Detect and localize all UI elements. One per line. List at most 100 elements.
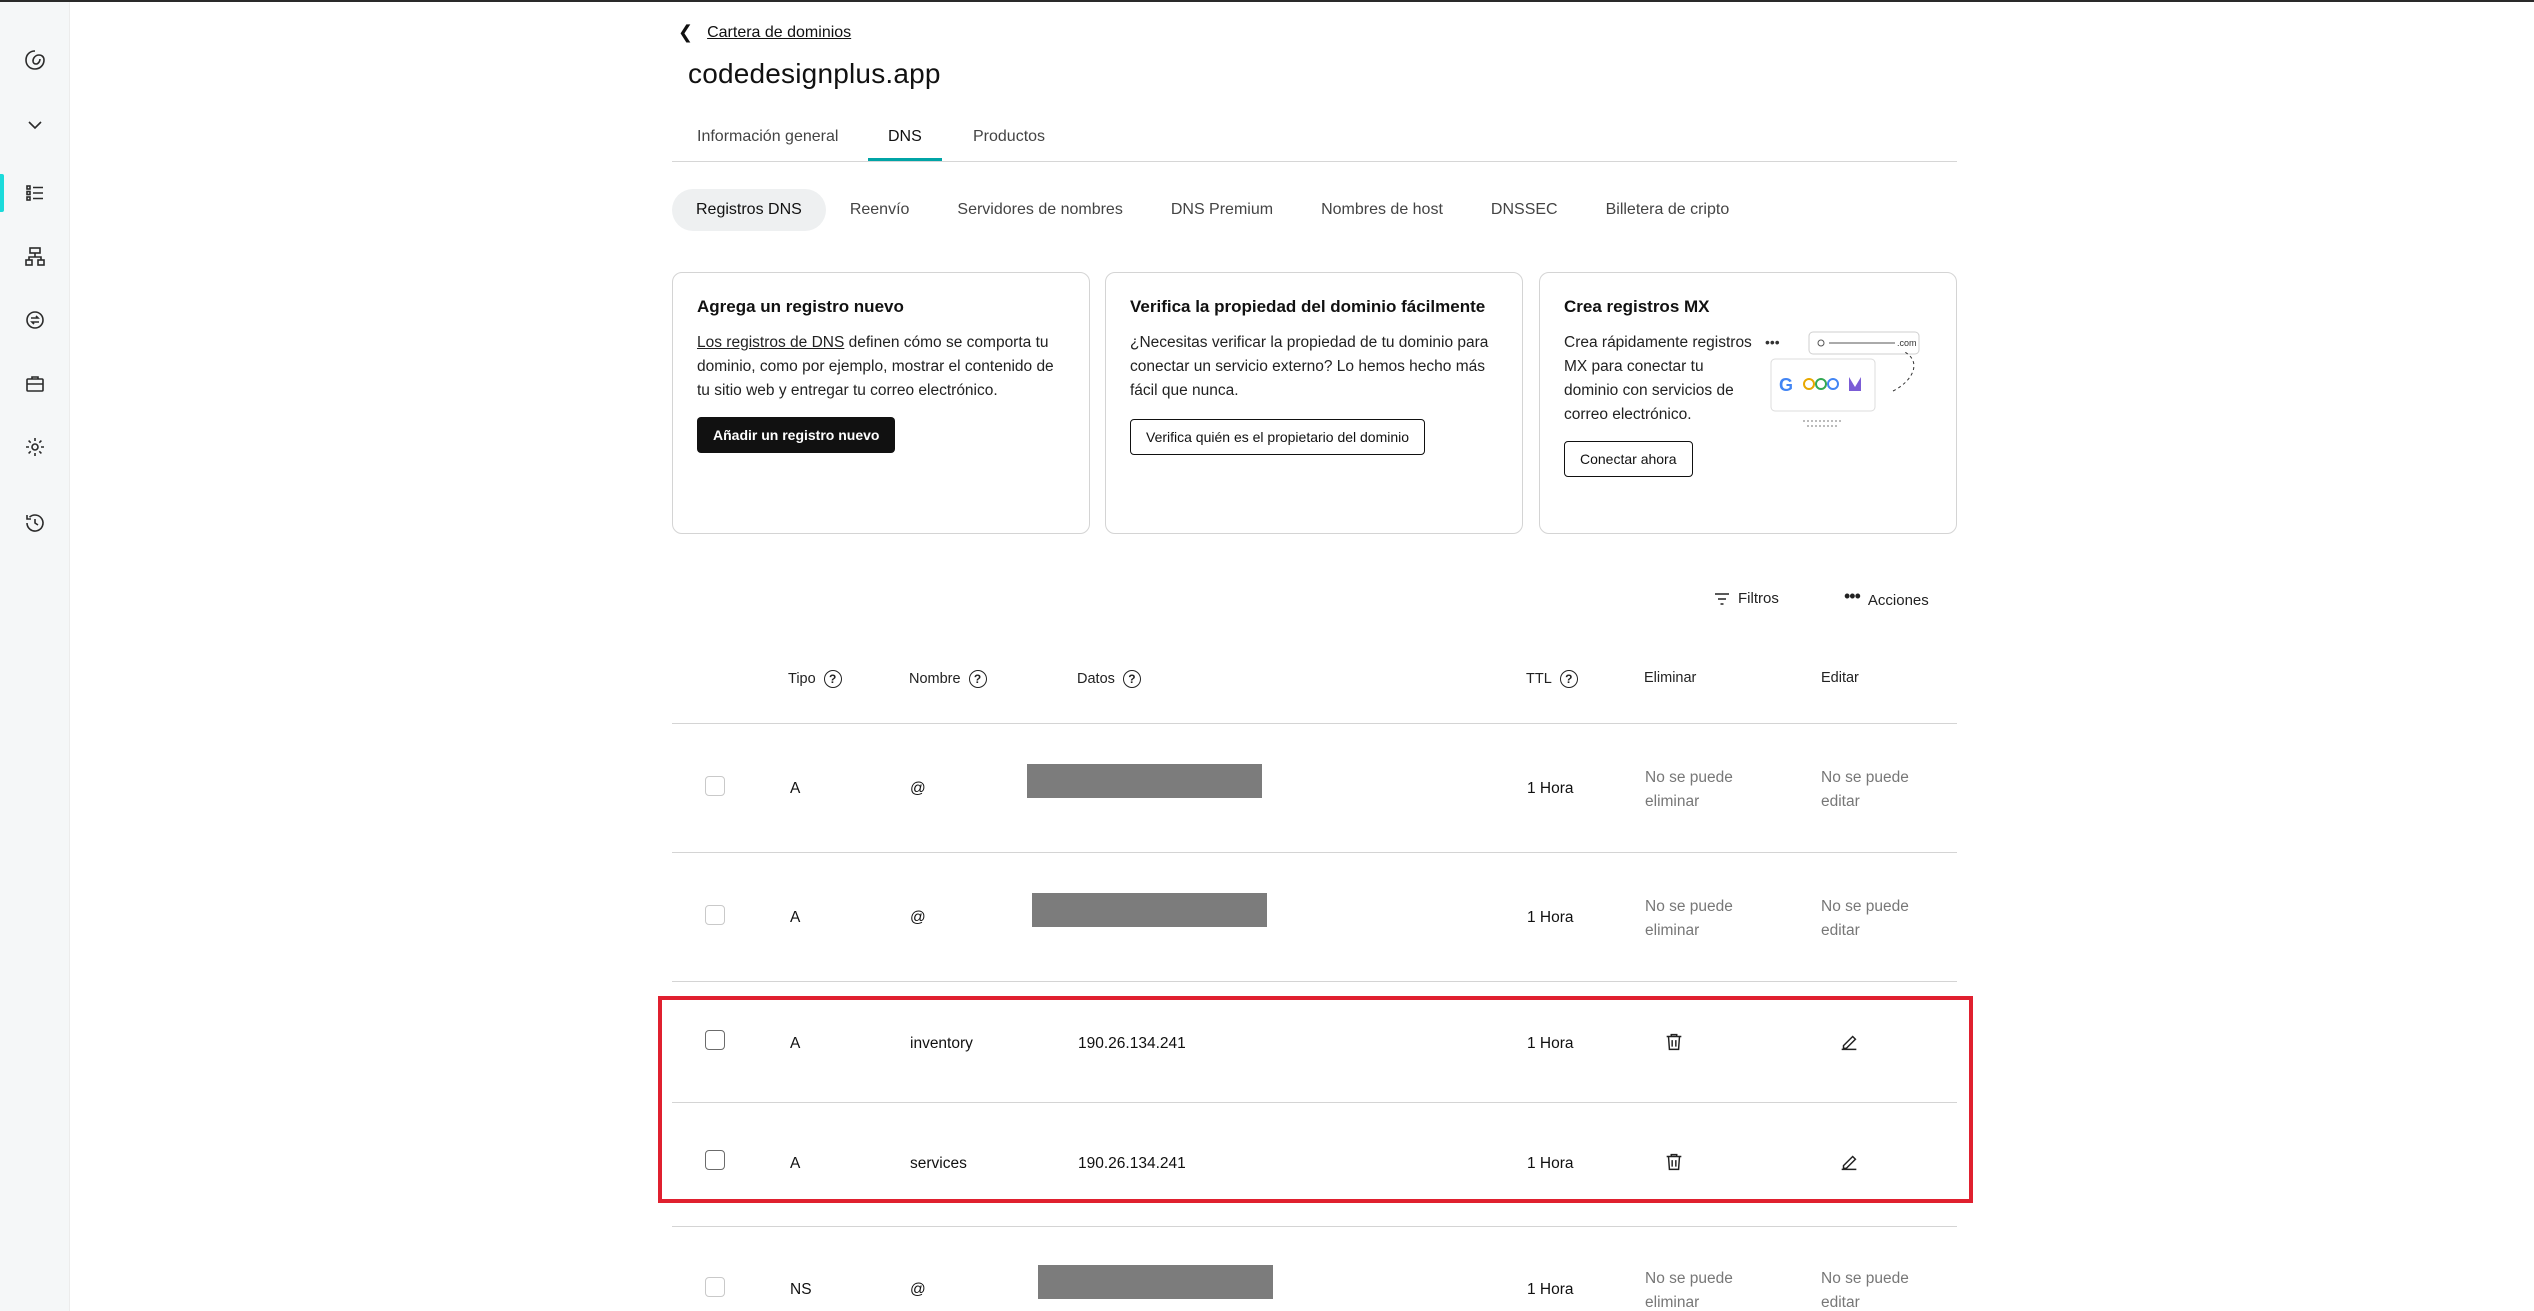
dns-records-table: Tipo? Nombre? Datos? TTL? Eliminar Edita… — [672, 650, 1957, 1311]
help-icon[interactable]: ? — [1122, 670, 1141, 688]
cannot-edit-text: No se puede editar — [1821, 1270, 1909, 1311]
subtab-crypto-wallet[interactable]: Billetera de cripto — [1582, 189, 1754, 231]
card-mx-records: Crea registros MX Crea rápidamente regis… — [1539, 272, 1957, 534]
record-type: A — [790, 780, 801, 797]
subtab-nameservers[interactable]: Servidores de nombres — [933, 189, 1146, 231]
more-dots-icon: ••• — [1844, 586, 1861, 606]
card-verify-ownership: Verifica la propiedad del dominio fácilm… — [1105, 272, 1523, 534]
info-cards: Agrega un registro nuevo Los registros d… — [672, 272, 1957, 534]
header-ttl[interactable]: TTL? — [1526, 670, 1578, 688]
cannot-delete-text: No se puede eliminar — [1645, 1270, 1733, 1311]
add-record-button[interactable]: Añadir un registro nuevo — [697, 417, 896, 453]
dns-records-link[interactable]: Los registros de DNS — [697, 334, 844, 351]
trash-icon — [1666, 1033, 1682, 1051]
record-name: inventory — [910, 1035, 973, 1052]
breadcrumb[interactable]: ❮ Cartera de dominios — [678, 22, 851, 43]
sidebar-item-history[interactable] — [0, 503, 70, 543]
gear-icon — [26, 438, 44, 456]
tab-products[interactable]: Productos — [973, 128, 1045, 158]
actions-label: Acciones — [1867, 592, 1929, 609]
card-add-record-text: Los registros de DNS definen cómo se com… — [697, 334, 1054, 399]
record-type: A — [790, 909, 801, 926]
sidebar-expand-button[interactable] — [0, 105, 70, 145]
record-ttl: 1 Hora — [1527, 780, 1574, 797]
record-ttl: 1 Hora — [1527, 1035, 1574, 1052]
svg-text:•••: ••• — [1765, 334, 1780, 350]
record-name: services — [910, 1155, 967, 1172]
filters-button[interactable]: Filtros — [1714, 590, 1779, 607]
redacted-data — [1027, 764, 1262, 798]
record-ttl: 1 Hora — [1527, 1155, 1574, 1172]
help-icon[interactable]: ? — [1559, 670, 1578, 688]
record-name: @ — [910, 780, 926, 797]
sidebar-item-sitemap[interactable] — [0, 237, 70, 277]
delete-record-button[interactable] — [1660, 1028, 1688, 1056]
record-name: @ — [910, 1281, 926, 1298]
table-row: A @ 1 Hora No se puede eliminar No se pu… — [672, 853, 1957, 982]
connect-now-button[interactable]: Conectar ahora — [1564, 441, 1693, 477]
actions-button[interactable]: ••• Acciones — [1844, 586, 1929, 609]
briefcase-icon — [26, 376, 44, 392]
sidebar — [0, 2, 70, 1311]
record-data: 190.26.134.241 — [1078, 1035, 1186, 1052]
row-checkbox[interactable] — [705, 1030, 725, 1050]
sidebar-item-domains[interactable] — [0, 173, 70, 213]
row-checkbox[interactable] — [705, 776, 725, 796]
tab-dns[interactable]: DNS — [868, 128, 942, 161]
record-type: A — [790, 1155, 801, 1172]
sidebar-item-transfer[interactable] — [0, 300, 70, 340]
card-add-record: Agrega un registro nuevo Los registros d… — [672, 272, 1090, 534]
sidebar-logo[interactable] — [0, 40, 70, 80]
dns-subtabs: Registros DNS Reenvío Servidores de nomb… — [672, 188, 1753, 232]
cannot-edit-text: No se puede editar — [1821, 898, 1909, 939]
row-checkbox[interactable] — [705, 1150, 725, 1170]
record-type: A — [790, 1035, 801, 1052]
sidebar-item-settings[interactable] — [0, 427, 70, 467]
table-toolbar: Filtros ••• Acciones — [672, 586, 1957, 618]
verify-owner-button[interactable]: Verifica quién es el propietario del dom… — [1130, 419, 1426, 455]
edit-record-button[interactable] — [1835, 1148, 1863, 1176]
record-type: NS — [790, 1281, 812, 1298]
godaddy-logo-icon — [25, 50, 45, 70]
header-type[interactable]: Tipo? — [788, 670, 842, 688]
filter-icon — [1715, 592, 1729, 605]
table-row: NS @ 1 Hora No se puede eliminar No se p… — [672, 1227, 1957, 1311]
table-row: A inventory 190.26.134.241 1 Hora — [672, 982, 1957, 1103]
card-add-record-title: Agrega un registro nuevo — [697, 297, 904, 316]
record-ttl: 1 Hora — [1527, 909, 1574, 926]
subtab-premium-dns[interactable]: DNS Premium — [1147, 189, 1297, 231]
help-icon[interactable]: ? — [968, 670, 987, 688]
redacted-data — [1032, 893, 1267, 927]
subtab-forwarding[interactable]: Reenvío — [826, 189, 934, 231]
table-row: A @ 1 Hora No se puede eliminar No se pu… — [672, 724, 1957, 853]
header-edit: Editar — [1821, 670, 1859, 686]
edit-record-button[interactable] — [1835, 1028, 1863, 1056]
help-icon[interactable]: ? — [823, 670, 842, 688]
pencil-icon — [1841, 1155, 1857, 1171]
tab-general-info[interactable]: Información general — [697, 128, 838, 158]
breadcrumb-link[interactable]: Cartera de dominios — [707, 24, 851, 42]
chevron-left-icon: ❮ — [678, 22, 694, 42]
row-checkbox[interactable] — [705, 1277, 725, 1297]
main-tabs: Información general DNS Productos — [672, 120, 1957, 162]
header-data[interactable]: Datos? — [1077, 670, 1141, 688]
subtab-hostnames[interactable]: Nombres de host — [1297, 189, 1467, 231]
card-mx-text: Crea rápidamente registros MX para conec… — [1564, 334, 1752, 423]
sitemap-icon — [25, 247, 45, 266]
table-header: Tipo? Nombre? Datos? TTL? Eliminar Edita… — [672, 650, 1957, 724]
card-verify-title: Verifica la propiedad del dominio fácilm… — [1130, 297, 1486, 316]
cannot-delete-text: No se puede eliminar — [1645, 769, 1733, 810]
trash-icon — [1666, 1153, 1682, 1171]
record-ttl: 1 Hora — [1527, 1281, 1574, 1298]
subtab-dns-records[interactable]: Registros DNS — [672, 189, 826, 231]
pencil-icon — [1841, 1035, 1857, 1051]
header-name[interactable]: Nombre? — [909, 670, 987, 688]
row-checkbox[interactable] — [705, 905, 725, 925]
page-title: codedesignplus.app — [688, 58, 941, 89]
window-top-border — [0, 0, 2534, 2]
delete-record-button[interactable] — [1660, 1148, 1688, 1176]
subtab-dnssec[interactable]: DNSSEC — [1467, 189, 1582, 231]
record-data: 190.26.134.241 — [1078, 1155, 1186, 1172]
svg-text:G: G — [1779, 375, 1793, 395]
sidebar-item-products[interactable] — [0, 364, 70, 404]
